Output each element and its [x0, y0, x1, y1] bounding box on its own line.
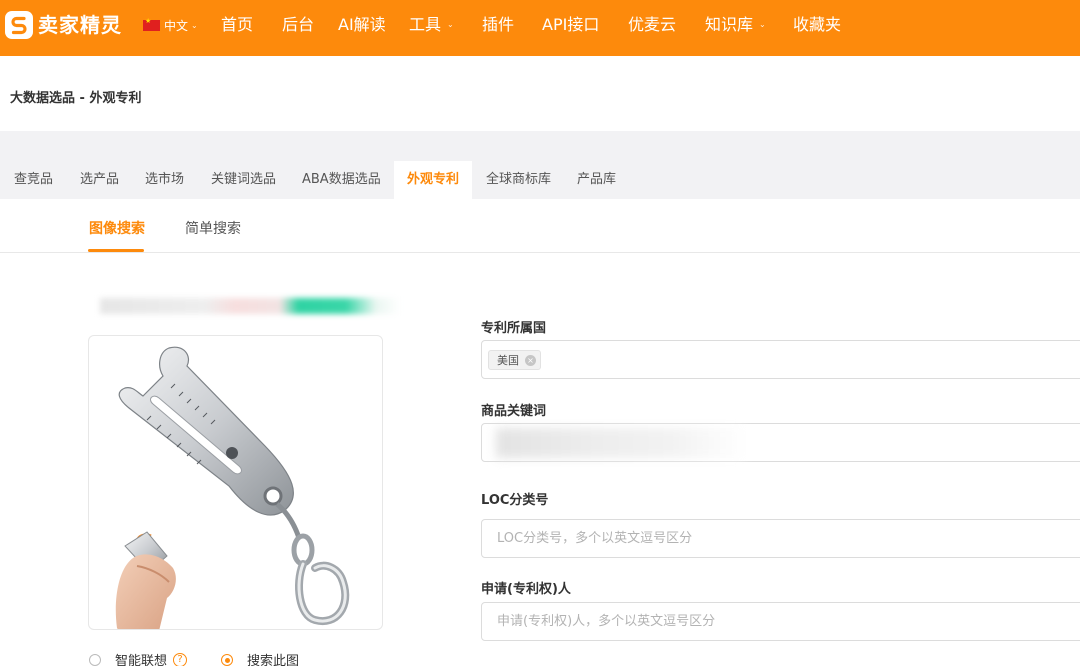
nav-item-knowledge[interactable]: 知识库 ⌄ — [705, 14, 766, 36]
nav-item-label: 后台 — [282, 15, 315, 34]
nav-item-backend[interactable]: 后台 — [282, 14, 314, 36]
country-chip[interactable]: 美国 × — [488, 350, 541, 370]
tab-competitor[interactable]: 查竞品 — [14, 172, 53, 188]
country-select[interactable]: 美国 × — [481, 340, 1080, 379]
nav-item-ai[interactable]: AI解读 — [338, 14, 386, 36]
chevron-down-icon: ⌄ — [447, 20, 454, 29]
close-icon[interactable]: × — [525, 354, 536, 366]
nav-item-label: 优麦云 — [628, 15, 677, 34]
brand-name: 卖家精灵 — [38, 13, 122, 37]
country-chip-label: 美国 — [497, 354, 519, 367]
search-this-image-label: 搜索此图 — [247, 654, 300, 666]
chevron-down-icon: ⌄ — [759, 20, 766, 29]
redacted-keyword-value — [496, 428, 746, 458]
loc-label: LOC分类号 — [481, 493, 549, 508]
nav-item-tools[interactable]: 工具 ⌄ — [409, 14, 454, 36]
nav-item-plugin[interactable]: 插件 — [482, 14, 514, 36]
search-this-image-option[interactable]: 搜索此图 — [221, 650, 299, 666]
tab-trademark[interactable]: 全球商标库 — [486, 172, 551, 188]
nav-item-api[interactable]: API接口 — [542, 14, 599, 36]
redacted-filename — [100, 298, 400, 314]
smart-suggest-label: 智能联想 — [115, 654, 168, 666]
help-icon[interactable]: ? — [173, 652, 188, 666]
uploaded-image-preview[interactable] — [88, 335, 383, 630]
chevron-down-icon: ⌄ — [191, 20, 198, 30]
tab-product[interactable]: 选产品 — [80, 172, 119, 188]
nav-item-label: 收藏夹 — [793, 15, 842, 34]
nav-item-label: API接口 — [542, 15, 600, 34]
tab-design-patent[interactable]: 外观专利 — [394, 161, 473, 199]
applicant-field[interactable] — [481, 602, 1080, 641]
tab-aba[interactable]: ABA数据选品 — [302, 172, 381, 188]
breadcrumb: 大数据选品 - 外观专利 — [10, 91, 142, 106]
loc-input[interactable] — [482, 520, 1080, 557]
subtab-simple-search[interactable]: 简单搜索 — [185, 220, 241, 238]
smart-suggest-option[interactable]: 智能联想 ? — [89, 650, 188, 666]
cn-flag-icon — [143, 17, 160, 31]
logo-icon — [5, 11, 33, 39]
keyword-field[interactable] — [481, 423, 1080, 462]
nav-item-favorites[interactable]: 收藏夹 — [793, 14, 841, 36]
keyword-label: 商品关键词 — [481, 404, 547, 419]
subtab-image-search[interactable]: 图像搜索 — [89, 220, 145, 238]
language-label: 中文 — [164, 18, 189, 33]
nav-item-label: 首页 — [221, 15, 254, 34]
tool-tab-strip — [0, 131, 1080, 199]
country-label: 专利所属国 — [481, 321, 547, 336]
subtab-divider — [0, 252, 1080, 253]
brand-logo[interactable]: 卖家精灵 — [5, 10, 122, 40]
tab-keyword[interactable]: 关键词选品 — [211, 172, 276, 188]
smart-suggest-radio[interactable] — [89, 653, 101, 666]
nav-item-youmaiyun[interactable]: 优麦云 — [628, 14, 676, 36]
nav-item-label: 知识库 — [705, 15, 754, 34]
tab-market[interactable]: 选市场 — [145, 172, 184, 188]
loc-field[interactable] — [481, 519, 1080, 558]
applicant-label: 申请(专利权)人 — [481, 582, 571, 597]
search-this-image-radio[interactable] — [221, 653, 233, 666]
applicant-input[interactable] — [482, 603, 1080, 640]
top-nav-bar: 卖家精灵 中文 ⌄ 首页 后台 AI解读 工具 ⌄ 插件 API接口 优麦云 知… — [0, 0, 1080, 56]
nav-item-home[interactable]: 首页 — [221, 14, 253, 36]
tab-product-library[interactable]: 产品库 — [577, 172, 616, 188]
nav-item-label: 工具 — [409, 15, 442, 34]
nav-item-label: AI解读 — [338, 15, 386, 34]
nav-item-label: 插件 — [482, 15, 515, 34]
product-image — [115, 346, 350, 629]
language-switcher[interactable]: 中文 ⌄ — [143, 17, 198, 33]
